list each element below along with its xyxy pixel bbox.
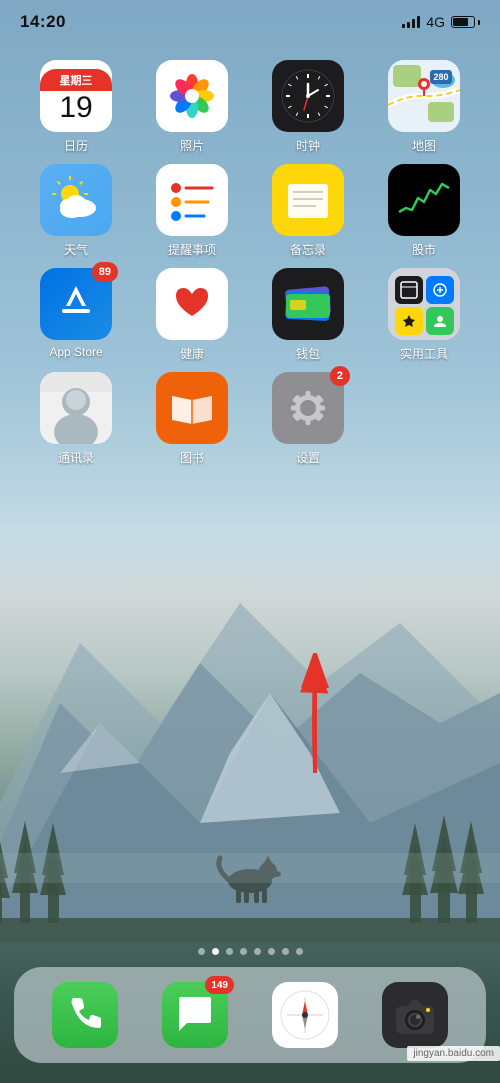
app-maps-label: 地图 (412, 137, 436, 154)
page-dot-4 (240, 948, 247, 955)
svg-text:280: 280 (433, 72, 448, 82)
app-appstore-label: App Store (49, 345, 102, 359)
page-dot-3 (226, 948, 233, 955)
appstore-badge: 89 (92, 262, 118, 282)
app-utilities-label: 实用工具 (400, 345, 448, 362)
dock-messages[interactable]: 149 (162, 982, 228, 1048)
app-calendar-label: 日历 (64, 137, 88, 154)
app-appstore[interactable]: 89 App Store (26, 268, 126, 362)
network-type: 4G (426, 14, 445, 30)
page-dot-1 (198, 948, 205, 955)
app-wallet[interactable]: 钱包 (258, 268, 358, 362)
app-weather-label: 天气 (64, 241, 88, 258)
status-time: 14:20 (20, 12, 66, 32)
app-reminders[interactable]: 提醒事项 (142, 164, 242, 258)
app-settings-label: 设置 (296, 449, 320, 466)
app-notes-label: 备忘录 (290, 241, 326, 258)
app-wallet-label: 钱包 (296, 345, 320, 362)
app-contacts[interactable]: 通讯录 (26, 372, 126, 466)
app-photos-label: 照片 (180, 137, 204, 154)
signal-icon (402, 16, 420, 28)
app-reminders-label: 提醒事项 (168, 241, 216, 258)
page-indicator (0, 948, 500, 955)
page-dot-7 (282, 948, 289, 955)
status-icons: 4G (402, 14, 480, 30)
app-row-4: 通讯录 图书 (18, 372, 482, 466)
mountain-scene (0, 523, 500, 943)
app-health-label: 健康 (180, 345, 204, 362)
app-notes[interactable]: 备忘录 (258, 164, 358, 258)
app-books[interactable]: 图书 (142, 372, 242, 466)
page-dot-2 (212, 948, 219, 955)
messages-badge: 149 (205, 976, 234, 994)
battery-icon (451, 16, 480, 28)
app-clock-label: 时钟 (296, 137, 320, 154)
app-row-2: 天气 (18, 164, 482, 258)
page-dot-5 (254, 948, 261, 955)
arrow-annotation (285, 653, 345, 788)
app-maps[interactable]: 280 地图 (374, 60, 474, 154)
app-stocks[interactable]: 股市 (374, 164, 474, 258)
app-clock[interactable]: 时钟 (258, 60, 358, 154)
app-health[interactable]: 健康 (142, 268, 242, 362)
watermark: jingyan.baidu.com (407, 1046, 500, 1061)
watermark-text: jingyan.baidu.com (413, 1048, 494, 1059)
app-weather[interactable]: 天气 (26, 164, 126, 258)
status-bar: 14:20 4G (0, 0, 500, 44)
app-calendar[interactable]: 星期三 19 日历 (26, 60, 126, 154)
settings-badge: 2 (330, 366, 350, 386)
app-stocks-label: 股市 (412, 241, 436, 258)
dock-camera[interactable] (382, 982, 448, 1048)
app-row-1: 星期三 19 日历 (18, 60, 482, 154)
app-empty-slot (374, 372, 474, 466)
dock-phone[interactable] (52, 982, 118, 1048)
app-contacts-label: 通讯录 (58, 449, 94, 466)
app-settings[interactable]: 2 设置 (258, 372, 358, 466)
app-utilities[interactable]: 实用工具 (374, 268, 474, 362)
app-grid: 星期三 19 日历 (0, 60, 500, 476)
app-books-label: 图书 (180, 449, 204, 466)
app-photos[interactable]: 照片 (142, 60, 242, 154)
page-dot-6 (268, 948, 275, 955)
app-row-3: 89 App Store 健康 (18, 268, 482, 362)
dock-safari[interactable] (272, 982, 338, 1048)
page-dot-8 (296, 948, 303, 955)
